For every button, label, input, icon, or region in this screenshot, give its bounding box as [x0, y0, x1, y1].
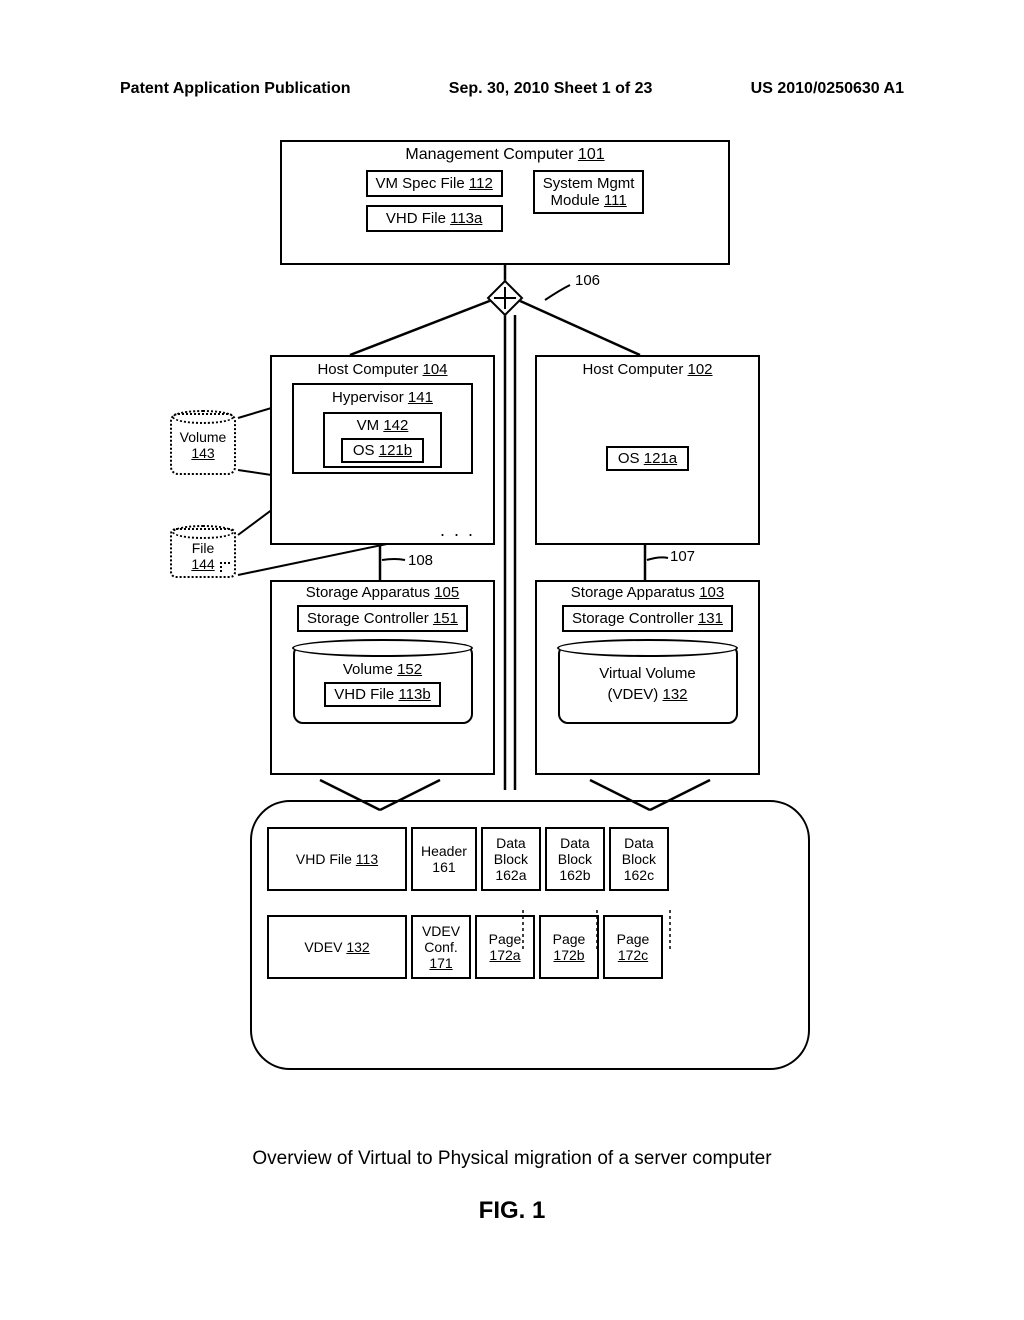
- page-172a: Page172a: [475, 915, 535, 979]
- storage-controller-151: Storage Controller 151: [297, 605, 468, 632]
- volume-152-cylinder: Volume 152 VHD File 113b: [293, 644, 473, 724]
- os-121a-box: OS 121a: [606, 446, 689, 471]
- ref-108: 108: [408, 552, 433, 569]
- page-172b: Page172b: [539, 915, 599, 979]
- file-144-callout: File 144: [170, 528, 236, 578]
- storage-apparatus-103-box: Storage Apparatus 103 Storage Controller…: [535, 580, 760, 775]
- system-mgmt-module-box: System Mgmt Module 111: [533, 170, 645, 214]
- header-right: US 2010/0250630 A1: [751, 80, 904, 98]
- data-block-162c: DataBlock162c: [609, 827, 669, 891]
- storage-apparatus-105-box: Storage Apparatus 105 Storage Controller…: [270, 580, 495, 775]
- os-121b-box: OS 121b: [341, 438, 424, 463]
- header-mid: Sep. 30, 2010 Sheet 1 of 23: [449, 80, 653, 98]
- ref-107: 107: [670, 548, 695, 565]
- hypervisor-box: Hypervisor 141 VM 142 OS 121b: [292, 383, 473, 474]
- vdev-132-label: VDEV 132: [267, 915, 407, 979]
- vhd-file-row: VHD File 113 Header161 DataBlock162a Dat…: [267, 827, 793, 891]
- volume-143-callout: Volume 143: [170, 413, 236, 475]
- vdev-conf-171: VDEVConf.171: [411, 915, 471, 979]
- header-161-cell: Header161: [411, 827, 477, 891]
- ref-106: 106: [575, 272, 600, 289]
- network-node-icon: [487, 280, 524, 317]
- data-block-162a: DataBlock162a: [481, 827, 541, 891]
- page-172c: Page172c: [603, 915, 663, 979]
- vm-spec-file-box: VM Spec File 112: [366, 170, 503, 197]
- mgmt-title: Management Computer 101: [405, 146, 604, 164]
- header-left: Patent Application Publication: [120, 80, 351, 98]
- figure-caption: Overview of Virtual to Physical migratio…: [0, 1148, 1024, 1170]
- host102-title: Host Computer 102: [582, 361, 712, 378]
- vdev-row: VDEV 132 VDEVConf.171 Page172a Page172b …: [267, 915, 793, 979]
- vhd-file-113-label: VHD File 113: [267, 827, 407, 891]
- management-computer-box: Management Computer 101 VM Spec File 112…: [280, 140, 730, 265]
- ellipsis-dots: . . .: [440, 520, 475, 541]
- host104-title: Host Computer 104: [317, 361, 447, 378]
- vm-box: VM 142 OS 121b: [323, 412, 441, 468]
- page-header: Patent Application Publication Sep. 30, …: [0, 0, 1024, 98]
- storage-controller-131: Storage Controller 131: [562, 605, 733, 632]
- bottom-callout-box: VHD File 113 Header161 DataBlock162a Dat…: [250, 800, 810, 1070]
- storage105-title: Storage Apparatus 105: [306, 584, 459, 601]
- storage103-title: Storage Apparatus 103: [571, 584, 724, 601]
- host-computer-102-box: Host Computer 102 OS 121a: [535, 355, 760, 545]
- figure-label: FIG. 1: [0, 1197, 1024, 1225]
- virtual-volume-132-cylinder: Virtual Volume (VDEV) 132: [558, 644, 738, 724]
- vhd-file-113b: VHD File 113b: [324, 682, 440, 707]
- vhd-file-a-box: VHD File 113a: [366, 205, 503, 232]
- diagram-area: Management Computer 101 VM Spec File 112…: [170, 140, 870, 1080]
- host-computer-104-box: Host Computer 104 Hypervisor 141 VM 142 …: [270, 355, 495, 545]
- data-block-162b: DataBlock162b: [545, 827, 605, 891]
